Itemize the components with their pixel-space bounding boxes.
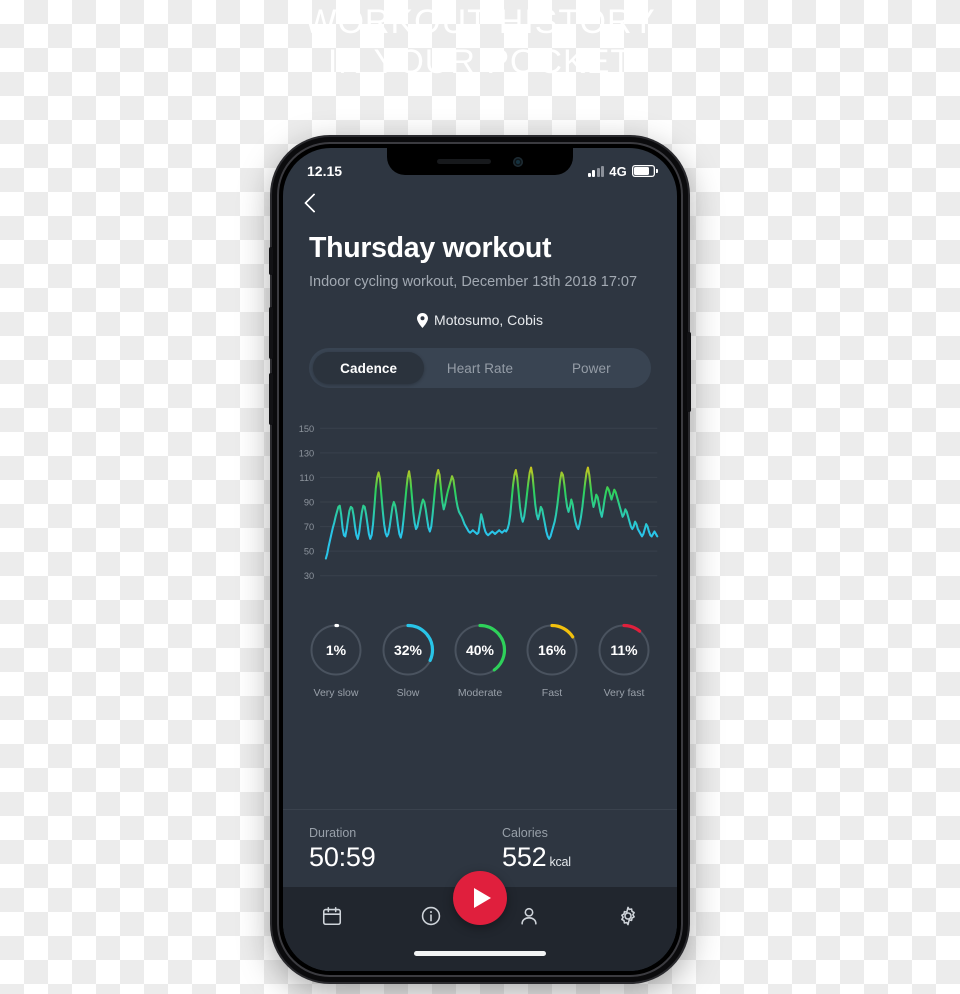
nav-profile-button[interactable]: [506, 895, 552, 941]
gauge-ring: 1%: [308, 622, 364, 678]
svg-text:150: 150: [299, 424, 314, 434]
chart-canvas: 150 130 110 90 70 50 30: [299, 424, 659, 581]
gauge-moderate[interactable]: 40% Moderate: [449, 622, 511, 699]
header-block: Thursday workout Indoor cycling workout,…: [283, 210, 677, 292]
svg-text:70: 70: [304, 522, 314, 532]
page-title: Thursday workout: [309, 232, 552, 264]
status-bar: 12.15 4G: [283, 148, 677, 188]
cadence-line: [324, 466, 659, 560]
app-content: Thursday workout Indoor cycling workout,…: [283, 188, 677, 971]
location-label: Motosumo, Cobis: [434, 312, 543, 328]
metric-tabs: Cadence Heart Rate Power: [309, 348, 651, 388]
gauge-ring: 11%: [596, 622, 652, 678]
tab-cadence[interactable]: Cadence: [313, 352, 425, 384]
power-button[interactable]: [687, 332, 691, 412]
svg-text:50: 50: [304, 547, 314, 557]
gauge-value: 32%: [393, 642, 423, 658]
back-button[interactable]: [283, 188, 677, 213]
battery-icon: [632, 165, 658, 177]
gauge-value: 1%: [325, 642, 347, 658]
bottom-nav: [283, 871, 677, 949]
play-icon: [474, 888, 491, 908]
gauge-value: 16%: [537, 642, 567, 658]
status-time: 12.15: [307, 163, 343, 179]
phone-mockup: 12.15 4G Thursday workout Indoor cycling…: [269, 137, 691, 982]
home-indicator-bar[interactable]: [283, 949, 677, 971]
network-label: 4G: [609, 163, 627, 179]
tab-power[interactable]: Power: [536, 352, 647, 384]
cadence-chart: 150 130 110 90 70 50 30: [283, 406, 677, 606]
gauge-label: Very slow: [313, 687, 359, 699]
stat-calories: Calories 552 kcal: [480, 826, 677, 873]
calories-value: 552 kcal: [502, 842, 677, 873]
volume-up-button[interactable]: [269, 307, 273, 359]
location-row: Motosumo, Cobis: [283, 312, 677, 328]
svg-text:90: 90: [304, 497, 314, 507]
calories-number: 552: [502, 842, 547, 872]
gauge-value: 40%: [465, 642, 495, 658]
watermark-line-1: WORKOUT HISTORY: [304, 3, 656, 41]
gauge-ring: 40%: [452, 622, 508, 678]
gauge-slow[interactable]: 32% Slow: [377, 622, 439, 699]
gauge-label: Fast: [541, 687, 563, 699]
tab-heart-rate[interactable]: Heart Rate: [424, 352, 535, 384]
info-icon: [420, 905, 442, 932]
nav-start-workout-button[interactable]: [453, 871, 507, 925]
nav-settings-button[interactable]: [605, 895, 651, 941]
svg-text:110: 110: [299, 473, 314, 483]
nav-calendar-button[interactable]: [309, 895, 355, 941]
signal-bars-icon: [587, 165, 605, 177]
gauge-label: Very fast: [603, 687, 645, 699]
gauge-fast[interactable]: 16% Fast: [521, 622, 583, 699]
duration-value: 50:59: [309, 842, 376, 872]
silent-switch-button[interactable]: [269, 247, 273, 275]
map-pin-icon: [417, 312, 429, 328]
stat-duration: Duration 50:59: [283, 826, 480, 873]
phone-screen: 12.15 4G Thursday workout Indoor cycling…: [283, 148, 677, 971]
watermark-overlay: WORKOUT HISTORY IN YOUR POCKET: [0, 0, 960, 82]
gauge-label: Slow: [396, 687, 420, 699]
calories-label: Calories: [502, 826, 548, 840]
gear-icon: [617, 905, 639, 932]
gauge-very-slow[interactable]: 1% Very slow: [305, 622, 367, 699]
svg-text:130: 130: [299, 448, 314, 458]
gauge-ring: 32%: [380, 622, 436, 678]
calories-unit: kcal: [549, 855, 571, 869]
calendar-icon: [321, 905, 343, 932]
gauge-label: Moderate: [457, 687, 503, 699]
svg-text:30: 30: [304, 571, 314, 581]
gauge-value: 11%: [610, 642, 638, 658]
gauge-ring: 16%: [524, 622, 580, 678]
duration-label: Duration: [309, 826, 357, 840]
gauge-very-fast[interactable]: 11% Very fast: [593, 622, 655, 699]
volume-down-button[interactable]: [269, 373, 273, 425]
nav-info-button[interactable]: [408, 895, 454, 941]
watermark-line-2: IN YOUR POCKET: [327, 43, 633, 81]
intensity-gauges: 1% Very slow 32% Slow 40% Moderate 16% F…: [283, 606, 677, 699]
status-indicators: 4G: [587, 163, 658, 179]
person-icon: [518, 905, 540, 932]
workout-subtitle: Indoor cycling workout, December 13th 20…: [309, 274, 638, 290]
